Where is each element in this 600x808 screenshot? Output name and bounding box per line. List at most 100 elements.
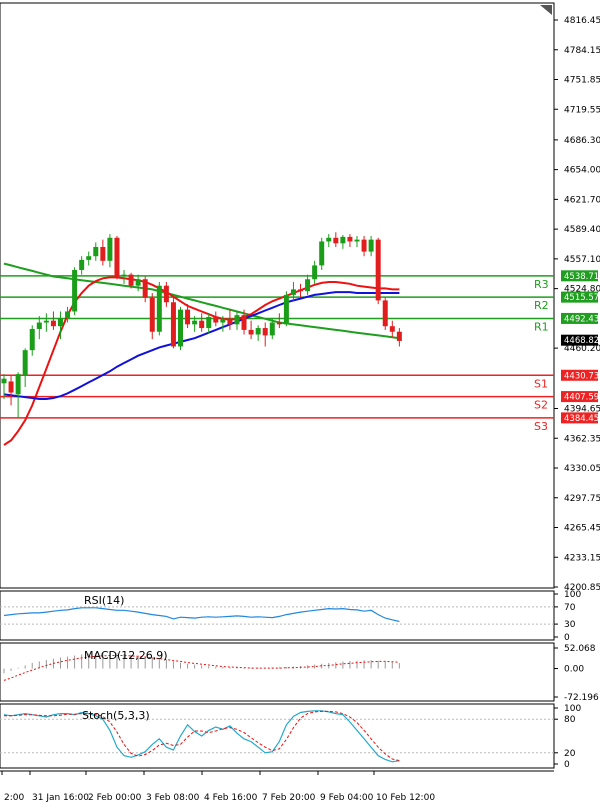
- pivot-label-r2: R2: [534, 299, 549, 312]
- rsi-tick-label: 30: [564, 620, 576, 630]
- candle-body: [305, 279, 311, 292]
- price-axis: 4816.45 4784.15 4751.85 4719.55 4686.30 4654.…: [554, 16, 600, 593]
- candle-body: [368, 239, 374, 252]
- candle-body: [347, 236, 353, 242]
- candle-body: [312, 265, 318, 280]
- candle-body: [185, 309, 191, 325]
- candle-body: [290, 289, 296, 295]
- time-tick-label: 2 Feb 00:00: [88, 793, 142, 803]
- candle-body: [382, 300, 388, 327]
- pivot-label-r1: R1: [534, 320, 549, 333]
- stoch-tick-label: 0: [564, 760, 570, 770]
- time-tick-label: 4 Feb 16:00: [204, 793, 258, 803]
- candle-body: [354, 239, 360, 242]
- candle-body: [8, 381, 14, 393]
- candle-body: [22, 350, 28, 376]
- price-tag-text-s1: 4430.73: [564, 371, 599, 381]
- forex-chart: R3 R2 R1 S1 S2 S3 4816.45 4784.15 4751.85 4719.5…: [0, 2, 600, 803]
- rsi-tick-label: 0: [564, 633, 570, 643]
- candle-body: [319, 241, 325, 266]
- time-axis: 2:00 31 Jan 16:00 2 Feb 00:00 3 Feb 08:00 4 …: [1, 771, 435, 803]
- price-tick-label: 4686.30: [564, 136, 600, 146]
- time-tick-label: 9 Feb 04:00: [320, 793, 374, 803]
- macd-tick-label: 0.00: [564, 665, 584, 675]
- candle-body: [135, 279, 141, 286]
- candle-body: [276, 322, 282, 325]
- price-tick-label: 4654.00: [564, 166, 600, 176]
- time-tick-label: 31 Jan 16:00: [32, 793, 89, 803]
- stoch-tick-label: 20: [564, 749, 576, 759]
- time-tick-label: 3 Feb 08:00: [146, 793, 200, 803]
- pivot-label-s3: S3: [534, 420, 548, 433]
- candle-body: [50, 320, 56, 327]
- candle-body: [255, 328, 261, 335]
- rsi-tick-label: 100: [564, 590, 581, 600]
- candle-body: [298, 289, 304, 292]
- price-tick-label: 4362.35: [564, 434, 600, 444]
- candle-body: [170, 302, 176, 347]
- candle-body: [248, 329, 254, 335]
- macd-tick-label: -72.196: [564, 693, 599, 703]
- price-tag-text-s3: 4384.45: [564, 414, 599, 424]
- candle-body: [121, 274, 127, 277]
- price-tick-label: 4297.75: [564, 494, 600, 504]
- candle-body: [206, 316, 212, 329]
- pivot-label-r3: R3: [534, 278, 549, 291]
- candle-body: [340, 236, 346, 244]
- candle-body: [192, 320, 198, 325]
- stoch-tick-label: 80: [564, 715, 576, 725]
- candle-body: [213, 316, 219, 323]
- candle-body: [156, 285, 162, 332]
- main-pane-frame: [0, 2, 555, 589]
- candle-body: [93, 246, 99, 257]
- macd-title: MACD(12,26,9): [84, 649, 168, 662]
- candle-body: [149, 297, 155, 332]
- candle-body: [396, 331, 402, 341]
- candle-body: [269, 322, 275, 336]
- price-tick-label: 4784.15: [564, 46, 600, 56]
- candle-body: [100, 246, 106, 261]
- candle-body: [326, 237, 332, 242]
- candle-body: [389, 326, 395, 332]
- pivot-label-s1: S1: [534, 377, 548, 390]
- candle-body: [361, 239, 367, 252]
- candle-body: [43, 320, 49, 323]
- pivot-label-s2: S2: [534, 399, 548, 412]
- candle-body: [128, 274, 134, 286]
- candle-body: [114, 237, 120, 277]
- candle-body: [36, 322, 42, 329]
- candle-body: [15, 374, 21, 395]
- price-tick-label: 4751.85: [564, 76, 600, 86]
- candle-body: [107, 237, 113, 261]
- price-tick-label: 4816.45: [564, 16, 600, 26]
- price-tag-text-r2: 4515.57: [564, 293, 599, 303]
- stoch-tick-label: 100: [564, 704, 581, 714]
- candle-body: [178, 309, 183, 347]
- time-tick-label: 2:00: [4, 793, 24, 803]
- candle-body: [57, 317, 63, 327]
- candle-body: [65, 311, 71, 318]
- candle-body: [142, 279, 148, 298]
- price-tag-text-r3: 4538.71: [564, 272, 599, 282]
- candle-body: [1, 378, 7, 384]
- price-tick-label: 4719.55: [564, 105, 600, 115]
- rsi-tick-label: 70: [564, 603, 576, 613]
- candle-body: [86, 256, 92, 260]
- price-tick-label: 4330.05: [564, 464, 600, 474]
- candle-body: [72, 270, 78, 312]
- candle-body: [220, 318, 226, 323]
- time-tick-label: 7 Feb 20:00: [262, 793, 316, 803]
- rsi-title: RSI(14): [84, 594, 124, 607]
- price-tag-text-s2: 4407.59: [564, 393, 599, 403]
- candle-body: [262, 328, 268, 336]
- candle-body: [163, 285, 169, 303]
- macd-tick-label: 52.068: [564, 644, 596, 654]
- price-tag-text-r1: 4492.43: [564, 314, 599, 324]
- candle-body: [199, 320, 205, 329]
- candle-body: [375, 239, 381, 301]
- price-tick-label: 4265.45: [564, 524, 600, 534]
- candle-body: [79, 259, 85, 271]
- price-tick-label: 4233.15: [564, 553, 600, 563]
- candle-body: [241, 315, 247, 330]
- stoch-title: Stoch(5,3,3): [82, 709, 150, 722]
